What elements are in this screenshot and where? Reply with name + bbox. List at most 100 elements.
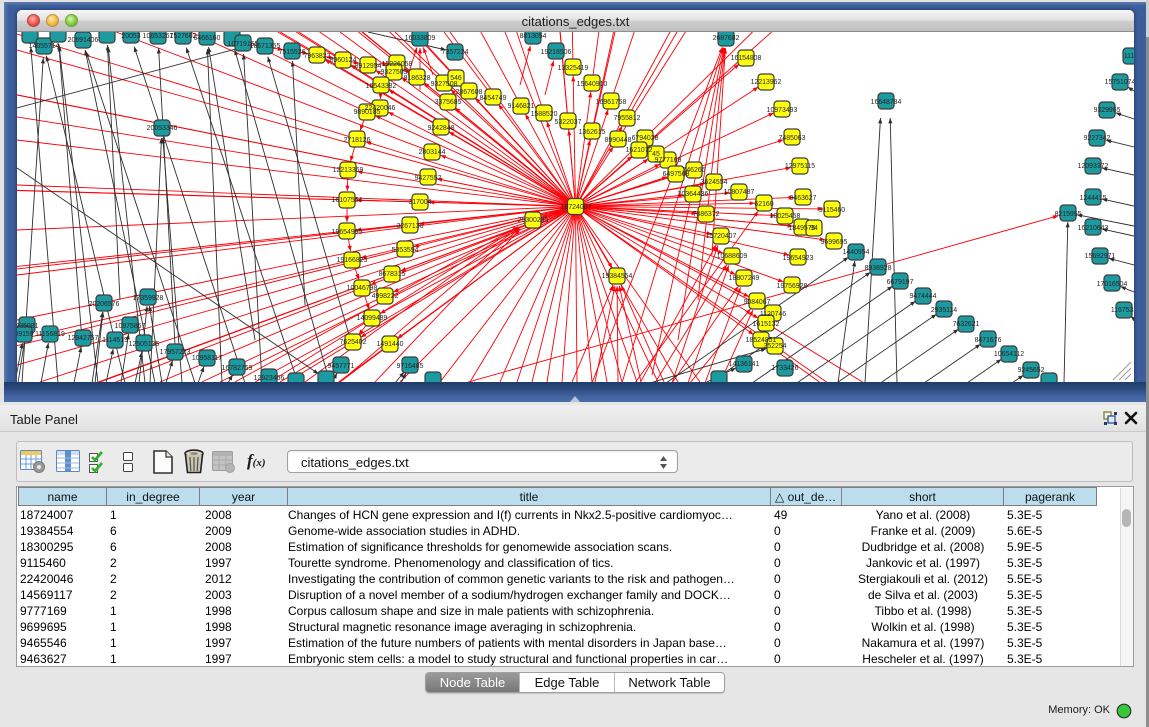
svg-text:15226058: 15226058 [382,61,413,68]
svg-text:7625402: 7625402 [340,339,367,346]
svg-text:18807249: 18807249 [729,275,760,282]
svg-text:12213962: 12213962 [751,79,782,86]
svg-text:1733426: 1733426 [772,365,799,372]
svg-text:15720407: 15720407 [706,233,737,240]
svg-text:16210643: 16210643 [1078,225,1109,232]
svg-text:6794028: 6794028 [632,135,659,142]
svg-text:1491440: 1491440 [377,341,404,348]
svg-text:8471676: 8471676 [975,337,1002,344]
svg-text:10688609: 10688609 [717,253,748,260]
svg-text:19166825: 19166825 [337,257,368,264]
svg-text:9329965: 9329965 [1094,107,1121,114]
svg-text:17016504: 17016504 [1097,281,1128,288]
svg-text:1440954: 1440954 [843,249,870,256]
svg-text:16107554: 16107554 [332,197,363,204]
svg-text:15692971: 15692971 [1085,253,1116,260]
svg-text:9777169: 9777169 [655,157,682,164]
svg-text:16154808: 16154808 [731,55,762,62]
svg-text:12923466: 12923466 [254,375,285,382]
svg-text:2867608: 2867608 [456,89,483,96]
svg-text:3375685: 3375685 [435,99,462,106]
svg-text:10958117: 10958117 [192,355,222,362]
svg-text:10807487: 10807487 [724,189,755,196]
svg-text:11156819: 11156819 [35,331,65,338]
svg-text:9457771: 9457771 [328,363,355,370]
svg-text:6466160: 6466160 [194,35,221,42]
svg-text:20053: 20053 [121,33,140,40]
svg-text:8215955: 8215955 [1055,211,1082,218]
svg-text:7963822: 7963822 [304,53,331,60]
svg-text:16648784: 16648784 [871,99,902,106]
svg-text:16033809: 16033809 [405,35,436,42]
svg-text:19654923: 19654923 [783,255,814,262]
svg-text:15640910: 15640910 [577,81,608,88]
svg-text:8813054: 8813054 [520,33,547,40]
svg-text:1527602: 1527602 [170,33,197,40]
svg-text:935081: 935081 [17,323,39,330]
svg-text:252254: 252254 [764,343,787,350]
svg-text:16543382: 16543382 [366,83,397,90]
svg-text:94: 94 [810,225,818,232]
svg-text:8912954: 8912954 [355,63,382,70]
svg-text:20691406: 20691406 [68,37,99,44]
svg-text:3624554: 3624554 [701,179,728,186]
svg-text:19218506: 19218506 [541,49,572,56]
svg-text:7955812: 7955812 [614,115,641,122]
svg-text:9890185: 9890185 [354,109,381,116]
svg-text:16961758: 16961758 [596,99,627,106]
svg-text:1167533: 1167533 [1111,307,1134,314]
svg-text:7485063: 7485063 [779,135,806,142]
svg-text:2803144: 2803144 [419,149,446,156]
svg-text:15751074: 15751074 [1105,79,1134,86]
svg-text:1120746: 1120746 [760,311,786,318]
svg-text:10654112: 10654112 [994,351,1024,358]
svg-text:317004: 317004 [409,199,432,206]
svg-text:12942757: 12942757 [68,335,99,342]
svg-text:3267130: 3267130 [397,223,424,230]
svg-text:12213369: 12213369 [333,167,364,174]
svg-text:13325419: 13325419 [558,65,589,72]
svg-text:12505135: 12505135 [129,341,160,348]
svg-text:4998222: 4998222 [372,293,399,300]
svg-text:2718126: 2718126 [344,137,371,144]
svg-text:45: 45 [652,151,660,158]
svg-text:8990448: 8990448 [605,137,632,144]
svg-text:9327508: 9327508 [431,81,458,88]
svg-text:1621072: 1621072 [626,147,653,154]
svg-text:8678315: 8678315 [379,271,406,278]
svg-text:9427552: 9427552 [415,175,442,182]
svg-text:10973493: 10973493 [767,107,798,114]
svg-text:19384554: 19384554 [602,273,633,280]
svg-text:9716485: 9716485 [397,363,424,370]
svg-text:5353594: 5353594 [392,247,419,254]
svg-text:546: 546 [450,75,462,82]
svg-text:14055714: 14055714 [29,43,60,50]
svg-text:14136141: 14136141 [729,361,760,368]
svg-text:2935114: 2935114 [931,307,957,314]
svg-text:20206576: 20206576 [89,301,120,308]
svg-text:10025458: 10025458 [770,213,801,220]
svg-text:25300295: 25300295 [518,217,549,224]
svg-text:7632621: 7632621 [953,321,980,328]
svg-text:1114519: 1114519 [102,337,128,344]
svg-text:9146821: 9146821 [508,103,535,110]
svg-text:1615132: 1615132 [753,321,780,328]
svg-text:5322037: 5322037 [555,119,582,126]
svg-text:9084067: 9084067 [744,299,771,306]
svg-text:10975867: 10975867 [115,323,146,330]
svg-text:1362615: 1362615 [579,129,606,136]
svg-text:9463627: 9463627 [790,195,817,202]
svg-text:9227342: 9227342 [1084,135,1111,142]
svg-text:39159: 39159 [17,331,34,338]
svg-text:17957223: 17957223 [160,349,191,356]
svg-text:16782759: 16782759 [222,365,253,372]
svg-text:6679197: 6679197 [887,279,914,286]
svg-text:8960124: 8960124 [330,57,357,64]
svg-text:8186328: 8186328 [404,75,431,82]
svg-text:7515526: 7515526 [279,49,306,56]
svg-text:19756928: 19756928 [777,283,808,290]
svg-text:2687682: 2687682 [713,35,740,42]
svg-text:14099489: 14099489 [357,315,388,322]
svg-text:12975115: 12975115 [785,163,815,170]
svg-text:12093372: 12093372 [1078,163,1109,170]
